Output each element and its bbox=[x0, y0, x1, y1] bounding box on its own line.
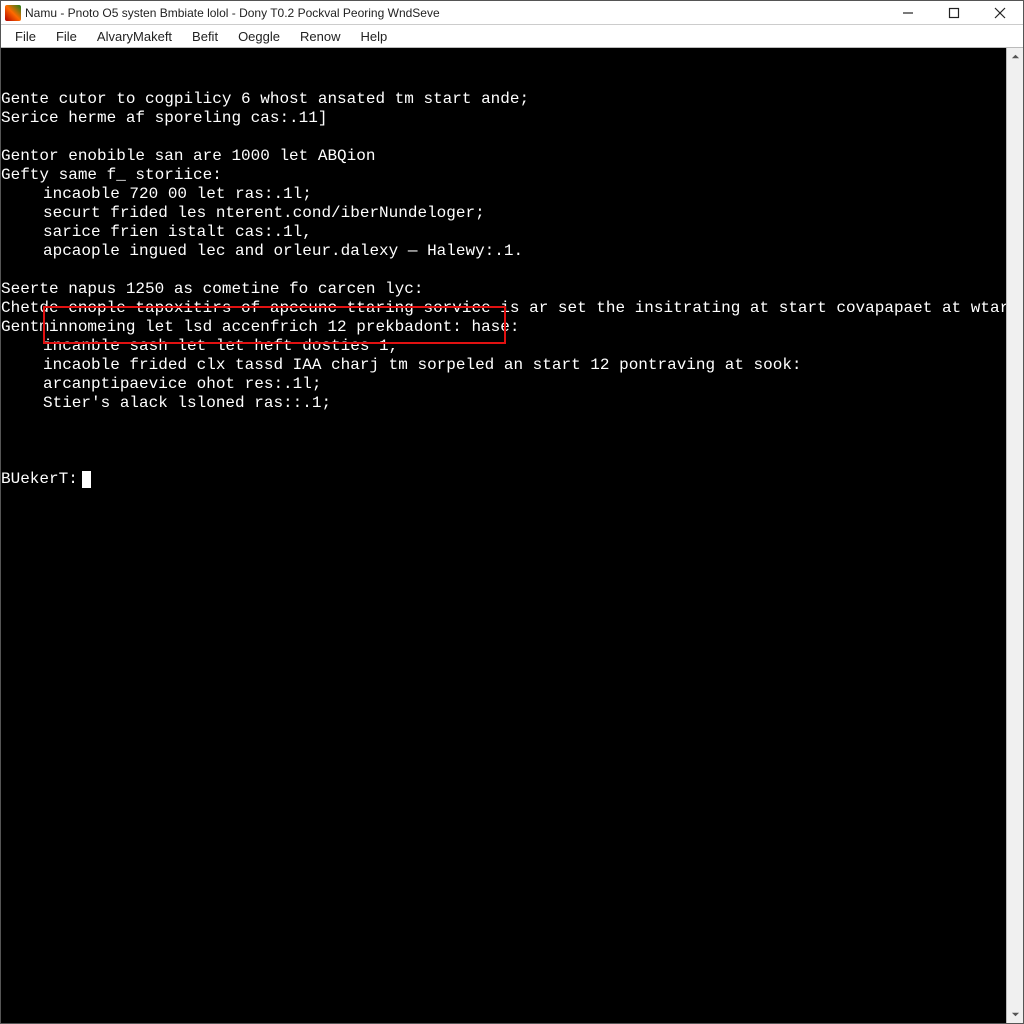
terminal-line: Chetde enople tapoxitirs of apceunc ttar… bbox=[1, 299, 1002, 318]
terminal-line: sarice frien istalt cas:.1l, bbox=[1, 223, 1002, 242]
app-window: Namu - Pnoto O5 systen Bmbiate lolol - D… bbox=[0, 0, 1024, 1024]
close-button[interactable] bbox=[977, 1, 1023, 25]
prompt-row[interactable]: BUekerT: bbox=[1, 470, 1002, 489]
terminal-line: Gente cutor to cogpilicy 6 whost ansated… bbox=[1, 90, 1002, 109]
titlebar[interactable]: Namu - Pnoto O5 systen Bmbiate lolol - D… bbox=[1, 1, 1023, 25]
close-icon bbox=[994, 7, 1006, 19]
terminal-line: Gentminnomeing let lsd accenfrich 12 pre… bbox=[1, 318, 1002, 337]
menu-item-renow[interactable]: Renow bbox=[290, 27, 350, 46]
terminal-line: apcaople ingued lec and orleur.dalexy — … bbox=[1, 242, 1002, 261]
scroll-down-button[interactable] bbox=[1007, 1006, 1024, 1023]
minimize-button[interactable] bbox=[885, 1, 931, 25]
menu-item-help[interactable]: Help bbox=[350, 27, 397, 46]
terminal-output[interactable]: Gente cutor to cogpilicy 6 whost ansated… bbox=[1, 48, 1006, 1023]
terminal-line: Serice herme af sporeling cas:.11] bbox=[1, 109, 1002, 128]
menu-item-file[interactable]: File bbox=[46, 27, 87, 46]
chevron-down-icon bbox=[1011, 1010, 1020, 1019]
app-icon bbox=[5, 5, 21, 21]
terminal-line: incaoble 720 00 let ras:.1l; bbox=[1, 185, 1002, 204]
terminal-line bbox=[1, 413, 1002, 432]
terminal-line bbox=[1, 261, 1002, 280]
menu-item-file[interactable]: File bbox=[5, 27, 46, 46]
cursor-block bbox=[82, 471, 91, 488]
terminal-line: Gentor enobible san are 1000 let ABQion bbox=[1, 147, 1002, 166]
maximize-icon bbox=[948, 7, 960, 19]
terminal-line: Stier's alack lsloned ras::.1; bbox=[1, 394, 1002, 413]
menubar: FileFileAlvaryMakeftBefitOeggleRenowHelp bbox=[1, 25, 1023, 48]
terminal-line: arcanptipaevice ohot res:.1l; bbox=[1, 375, 1002, 394]
scroll-up-button[interactable] bbox=[1007, 48, 1024, 65]
terminal-line: securt frided les nterent.cond/iberNunde… bbox=[1, 204, 1002, 223]
client-area: Gente cutor to cogpilicy 6 whost ansated… bbox=[1, 48, 1023, 1023]
window-title: Namu - Pnoto O5 systen Bmbiate lolol - D… bbox=[25, 6, 440, 20]
menu-item-befit[interactable]: Befit bbox=[182, 27, 228, 46]
terminal-line: incaoble frided clx tassd IAA charj tm s… bbox=[1, 356, 1002, 375]
vertical-scrollbar[interactable] bbox=[1006, 48, 1023, 1023]
menu-item-oeggle[interactable]: Oeggle bbox=[228, 27, 290, 46]
minimize-icon bbox=[902, 7, 914, 19]
terminal-line bbox=[1, 128, 1002, 147]
terminal-line: Seerte napus 1250 as cometine fo carcen … bbox=[1, 280, 1002, 299]
chevron-up-icon bbox=[1011, 52, 1020, 61]
terminal-line: incanble sash let let heft dosties 1, bbox=[1, 337, 1002, 356]
terminal-line: Gefty same f_ storiice: bbox=[1, 166, 1002, 185]
maximize-button[interactable] bbox=[931, 1, 977, 25]
menu-item-alvarymakeft[interactable]: AlvaryMakeft bbox=[87, 27, 182, 46]
prompt-label: BUekerT: bbox=[1, 470, 78, 489]
